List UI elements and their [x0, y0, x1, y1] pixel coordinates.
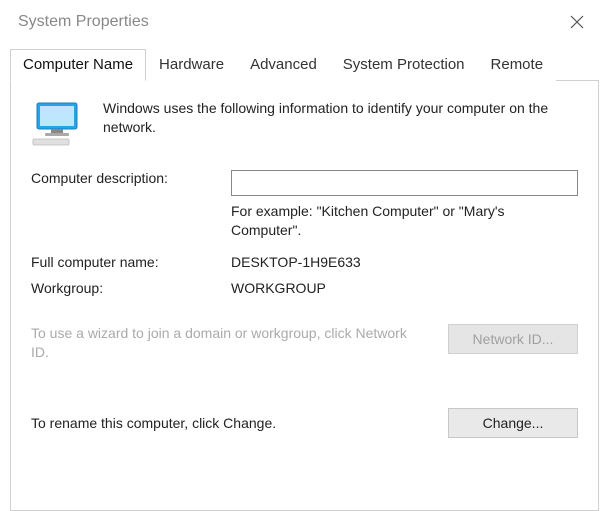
- tab-panel: Windows uses the following information t…: [10, 81, 599, 511]
- description-input[interactable]: [231, 170, 578, 196]
- close-icon: [570, 15, 584, 29]
- intro-text: Windows uses the following information t…: [103, 99, 578, 137]
- titlebar: System Properties: [0, 0, 609, 44]
- tab-computer-name[interactable]: Computer Name: [10, 49, 146, 81]
- tab-hardware[interactable]: Hardware: [146, 49, 237, 81]
- tab-system-protection[interactable]: System Protection: [330, 49, 478, 81]
- rename-text: To rename this computer, click Change.: [31, 415, 448, 431]
- description-hint: For example: "Kitchen Computer" or "Mary…: [231, 202, 578, 240]
- close-button[interactable]: [559, 8, 595, 36]
- tab-remote[interactable]: Remote: [478, 49, 557, 81]
- full-name-label: Full computer name:: [31, 254, 231, 270]
- change-button[interactable]: Change...: [448, 408, 578, 438]
- network-id-button[interactable]: Network ID...: [448, 324, 578, 354]
- tabstrip: Computer Name Hardware Advanced System P…: [10, 48, 599, 81]
- description-label: Computer description:: [31, 170, 231, 240]
- full-name-value: DESKTOP-1H9E633: [231, 254, 578, 270]
- tab-advanced[interactable]: Advanced: [237, 49, 330, 81]
- workgroup-label: Workgroup:: [31, 280, 231, 296]
- workgroup-value: WORKGROUP: [231, 280, 578, 296]
- window-title: System Properties: [18, 13, 149, 31]
- computer-icon: [31, 101, 87, 150]
- wizard-text: To use a wizard to join a domain or work…: [31, 324, 448, 362]
